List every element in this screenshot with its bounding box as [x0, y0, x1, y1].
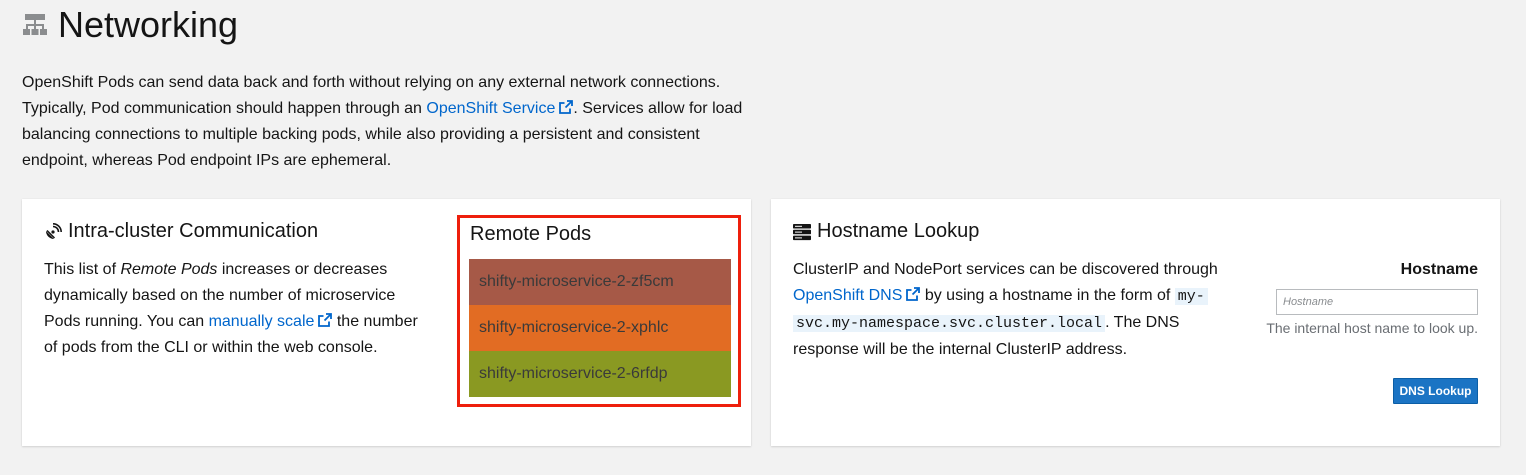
satellite-icon: [44, 222, 62, 241]
hostname-input[interactable]: [1276, 289, 1478, 315]
pod-item: shifty-microservice-2-zf5cm: [469, 259, 731, 305]
network-icon: [22, 12, 48, 38]
remote-pods-title: Remote Pods: [470, 223, 592, 245]
intro-paragraph: OpenShift Pods can send data back and fo…: [22, 70, 752, 174]
external-link-icon: [318, 313, 333, 327]
manually-scale-link-label: manually scale: [208, 313, 315, 330]
hostname-text-2: by using a hostname in the form of: [920, 287, 1175, 304]
server-icon: [793, 223, 811, 241]
intra-cluster-title: Intra-cluster Communication: [44, 220, 318, 243]
hostname-text-1: ClusterIP and NodePort services can be d…: [793, 261, 1218, 278]
page-title: Networking: [58, 4, 239, 45]
hostname-example-code-part1: my-: [1174, 288, 1208, 305]
hostname-lookup-title-label: Hostname Lookup: [817, 220, 980, 242]
page-header: Networking: [22, 4, 238, 46]
hostname-lookup-description: ClusterIP and NodePort services can be d…: [793, 257, 1243, 363]
external-link-icon: [559, 100, 574, 114]
hostname-field-label: Hostname: [1400, 261, 1478, 278]
remote-pods-emphasis: Remote Pods: [120, 261, 218, 278]
openshift-service-link-label: OpenShift Service: [426, 100, 556, 117]
intra-cluster-card: Intra-cluster Communication This list of…: [22, 199, 751, 446]
manually-scale-link[interactable]: manually scale: [209, 313, 333, 330]
external-link-icon: [906, 287, 921, 301]
openshift-service-link[interactable]: OpenShift Service: [426, 100, 574, 117]
intra-cluster-title-label: Intra-cluster Communication: [68, 220, 319, 242]
intra-text-1: This list of: [44, 261, 121, 278]
remote-pods-list: shifty-microservice-2-zf5cm shifty-micro…: [469, 259, 731, 397]
hostname-helper-text: The internal host name to look up.: [1266, 320, 1478, 336]
remote-pods-panel: Remote Pods shifty-microservice-2-zf5cm …: [457, 215, 741, 407]
hostname-lookup-title: Hostname Lookup: [793, 220, 979, 243]
hostname-example-code-part2: svc.my-namespace.svc.cluster.local: [793, 315, 1106, 332]
intra-cluster-description: This list of Remote Pods increases or de…: [44, 257, 424, 361]
dns-lookup-button[interactable]: DNS Lookup: [1393, 378, 1478, 404]
pod-item: shifty-microservice-2-xphlc: [469, 305, 731, 351]
openshift-dns-link-label: OpenShift DNS: [793, 287, 903, 304]
pod-item: shifty-microservice-2-6rfdp: [469, 351, 731, 397]
hostname-lookup-card: Hostname Lookup ClusterIP and NodePort s…: [771, 199, 1500, 446]
openshift-dns-link[interactable]: OpenShift DNS: [793, 287, 921, 304]
